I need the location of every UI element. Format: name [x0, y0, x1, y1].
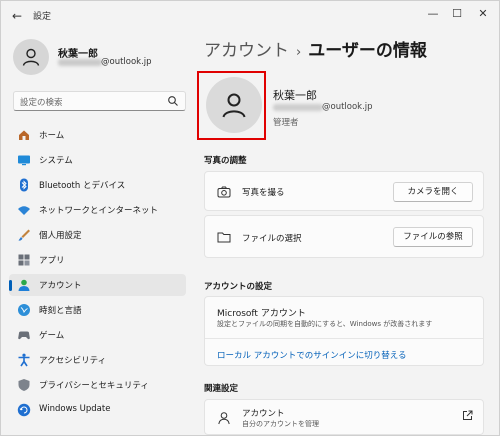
apps-icon — [18, 254, 30, 266]
sidebar-item-label: システム — [39, 156, 73, 166]
search-placeholder: 設定の検索 — [20, 98, 63, 108]
sidebar-email-redacted — [58, 59, 102, 66]
sidebar-item-label: 個人用設定 — [39, 231, 82, 241]
selected-indicator — [9, 280, 12, 291]
page-title: ユーザーの情報 — [308, 41, 427, 61]
sidebar-item-gaming[interactable]: ゲーム — [9, 324, 186, 346]
sidebar-item-label: Windows Update — [39, 404, 111, 414]
minimize-icon[interactable]: — — [420, 3, 446, 25]
sidebar-item-network[interactable]: ネットワークとインターネット — [9, 199, 186, 221]
close-icon[interactable]: ✕ — [470, 3, 496, 25]
photo-row-label: 写真を撮る — [242, 188, 285, 198]
folder-icon — [217, 232, 231, 243]
user-email: @outlook.jp — [322, 102, 373, 112]
divider — [205, 338, 483, 339]
settings-window: ← 設定 — ☐ ✕ 秋葉一郎 @outlook.jp 設定の検索 ホーム シス… — [0, 0, 500, 436]
photo-row-camera: 写真を撮る カメラを開く — [204, 171, 484, 211]
bluetooth-icon — [20, 178, 28, 192]
person-icon — [22, 48, 40, 66]
highlight-box — [197, 71, 266, 140]
user-name: 秋葉一郎 — [273, 89, 317, 102]
open-camera-button[interactable]: カメラを開く — [393, 182, 473, 202]
microsoft-account-title: Microsoft アカウント — [217, 309, 306, 319]
wifi-icon — [18, 206, 30, 215]
sidebar-item-label: アカウント — [39, 281, 82, 291]
sidebar-user-name: 秋葉一郎 — [58, 49, 98, 60]
user-email-redacted — [273, 104, 323, 111]
sidebar-item-accounts[interactable]: アカウント — [9, 274, 186, 296]
gamepad-icon — [18, 331, 30, 340]
maximize-icon[interactable]: ☐ — [444, 3, 470, 25]
time-language-icon — [18, 304, 30, 316]
related-item-description: 自分のアカウントを管理 — [242, 420, 319, 428]
section-title-photo: 写真の調整 — [204, 156, 247, 166]
switch-to-local-account-link[interactable]: ローカル アカウントでのサインインに切り替える — [217, 349, 406, 361]
home-icon — [19, 130, 29, 140]
related-account-row[interactable]: アカウント 自分のアカウントを管理 — [204, 399, 484, 435]
sidebar-item-label: Bluetooth とデバイス — [39, 181, 126, 191]
sidebar-item-label: アプリ — [39, 256, 65, 266]
photo-row-label: ファイルの選択 — [242, 234, 302, 244]
sidebar-item-apps[interactable]: アプリ — [9, 249, 186, 271]
breadcrumb-parent[interactable]: アカウント — [204, 41, 289, 61]
title-bar: ← 設定 — ☐ ✕ — [1, 1, 499, 31]
window-title: 設定 — [33, 12, 52, 22]
accessibility-icon — [18, 353, 30, 367]
sidebar-item-label: ネットワークとインターネット — [39, 206, 159, 216]
back-arrow-icon[interactable]: ← — [7, 6, 27, 26]
external-link-icon — [463, 410, 473, 420]
photo-row-file: ファイルの選択 ファイルの参照 — [204, 215, 484, 258]
system-display-icon — [18, 155, 30, 166]
sidebar-item-time-language[interactable]: 時刻と言語 — [9, 299, 186, 321]
windows-update-icon — [17, 403, 31, 417]
sidebar-item-label: ホーム — [39, 131, 65, 141]
sidebar-item-system[interactable]: システム — [9, 149, 186, 171]
sidebar-item-windows-update[interactable]: Windows Update — [9, 399, 186, 421]
sidebar-item-label: 時刻と言語 — [39, 306, 82, 316]
breadcrumb: アカウント › ユーザーの情報 — [204, 36, 427, 61]
sidebar-item-label: プライバシーとセキュリティ — [39, 381, 149, 391]
section-title-related: 関連設定 — [204, 384, 239, 394]
sidebar-item-accessibility[interactable]: アクセシビリティ — [9, 349, 186, 371]
sidebar-item-label: ゲーム — [39, 331, 65, 341]
sidebar-item-bluetooth[interactable]: Bluetooth とデバイス — [9, 174, 186, 196]
microsoft-account-card: Microsoft アカウント 設定とファイルの同期を自動的にすると、Windo… — [204, 296, 484, 366]
shield-icon — [18, 379, 30, 391]
search-input[interactable]: 設定の検索 — [13, 91, 186, 111]
related-item-title: アカウント — [242, 409, 285, 419]
sidebar-item-label: アクセシビリティ — [39, 356, 107, 366]
section-title-account: アカウントの設定 — [204, 282, 273, 292]
sidebar-item-personalization[interactable]: 個人用設定 — [9, 224, 186, 246]
sidebar-avatar — [13, 39, 49, 75]
sidebar-item-privacy[interactable]: プライバシーとセキュリティ — [9, 374, 186, 396]
camera-icon — [217, 186, 231, 198]
sidebar-item-home[interactable]: ホーム — [9, 124, 186, 146]
account-icon — [18, 279, 30, 291]
user-role: 管理者 — [273, 118, 299, 128]
browse-files-button[interactable]: ファイルの参照 — [393, 227, 473, 247]
chevron-right-icon: › — [296, 45, 302, 60]
person-icon — [218, 412, 230, 425]
search-icon — [168, 96, 178, 106]
sidebar-user-email: @outlook.jp — [101, 57, 152, 67]
microsoft-account-description: 設定とファイルの同期を自動的にすると、Windows が改善されます — [217, 320, 433, 328]
paint-brush-icon — [18, 229, 30, 241]
